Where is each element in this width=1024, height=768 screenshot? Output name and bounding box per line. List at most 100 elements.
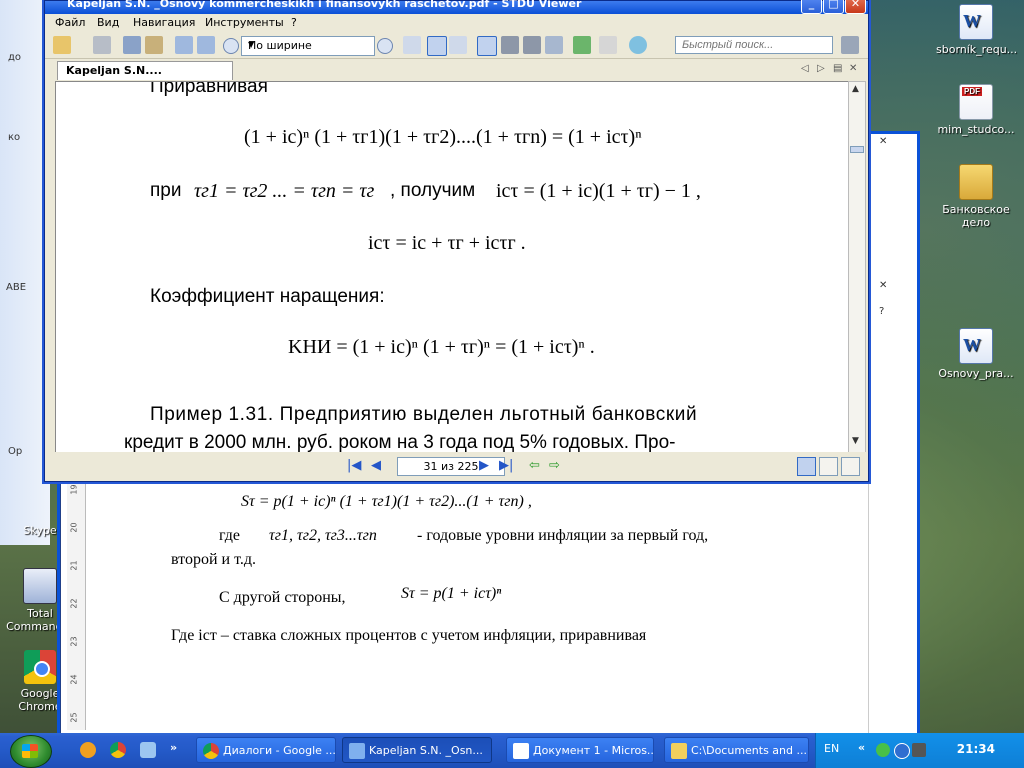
- menu-tools[interactable]: Инструменты: [205, 16, 284, 29]
- pdf-example-line-2: кредит в 2000 млн. руб. роком на 3 года …: [124, 432, 676, 453]
- quick-search-input[interactable]: [675, 36, 833, 54]
- snapshot-icon[interactable]: [523, 36, 541, 54]
- word-document-icon: [959, 328, 993, 364]
- paste-page-icon[interactable]: [197, 36, 215, 54]
- desktop-icon-sbornik[interactable]: sborník_requ...: [936, 4, 1018, 56]
- print-icon[interactable]: [93, 36, 111, 54]
- document-tab[interactable]: Kapeljan S.N.... raschetov.pdf: [57, 61, 233, 95]
- pdf-document-icon: [959, 84, 993, 120]
- menu-file[interactable]: Файл: [55, 16, 85, 29]
- next-page-icon[interactable]: ▶: [479, 458, 489, 473]
- word-document-icon: [513, 743, 529, 759]
- word-text-rate: Где iст – ставка сложных процентов с уче…: [171, 627, 647, 644]
- task-button-stdu[interactable]: Kapeljan S.N. _Osn...: [342, 737, 492, 763]
- close-icon[interactable]: ✕: [879, 136, 887, 147]
- tab-prev-icon[interactable]: ◁: [801, 63, 809, 74]
- pages-icon[interactable]: [599, 36, 617, 54]
- word-text-second: второй и т.д.: [171, 551, 256, 568]
- scroll-thumb[interactable]: [850, 146, 864, 153]
- quicklaunch-icon[interactable]: [80, 742, 96, 758]
- pdf-equation-4: KНИ = (1 + iс)ⁿ (1 + τг)ⁿ = (1 + iсτ)ⁿ .: [288, 336, 595, 358]
- first-page-icon[interactable]: |◀: [347, 458, 361, 473]
- open-folder-icon[interactable]: [53, 36, 71, 54]
- clock: 21:34: [956, 742, 995, 756]
- zoom-out-icon[interactable]: [223, 38, 239, 54]
- tray-expand-icon[interactable]: «: [858, 741, 865, 754]
- image-export-icon[interactable]: [123, 36, 141, 54]
- minimize-icon[interactable]: _: [801, 0, 822, 14]
- navigation-statusbar: |◀ ◀ 31 из 225 ▶ ▶| ⇦ ⇨: [45, 452, 868, 479]
- task-button-explorer[interactable]: C:\Documents and ...: [664, 737, 809, 763]
- right-background-window[interactable]: ✕ ✕ ?: [868, 134, 917, 734]
- chrome-icon: [203, 743, 219, 759]
- viewer-titlebar[interactable]: Kapeljan S.N. _Osnovy kommercheskikh i f…: [45, 0, 868, 14]
- word-text-where: где: [219, 527, 241, 544]
- copy-page-icon[interactable]: [175, 36, 193, 54]
- desktop-icon-label: mim_studco...: [937, 123, 1015, 136]
- left-fragment-2: ко: [8, 132, 21, 143]
- vertical-scrollbar[interactable]: ▲ ▼: [848, 81, 866, 454]
- toolbar: По ширине ▼: [45, 32, 868, 58]
- tab-list-icon[interactable]: ▤: [833, 63, 842, 74]
- tray-monitor-icon[interactable]: [912, 743, 926, 757]
- fit-page-icon[interactable]: [403, 36, 421, 54]
- back-icon[interactable]: ⇦: [529, 458, 540, 473]
- word-text-inflation: - годовые уровни инфляции за первый год,: [417, 527, 709, 544]
- menu-help[interactable]: ?: [291, 16, 297, 29]
- stdu-viewer-window[interactable]: Kapeljan S.N. _Osnovy kommercheskikh i f…: [44, 0, 869, 482]
- thumbnail-view-icon[interactable]: [841, 457, 860, 476]
- quicklaunch-more[interactable]: »: [170, 741, 177, 754]
- chrome-icon[interactable]: [110, 742, 126, 758]
- left-fragment-1: до: [8, 52, 22, 63]
- fit-width-icon[interactable]: [427, 36, 447, 56]
- language-indicator[interactable]: EN: [824, 742, 839, 755]
- tab-next-icon[interactable]: ▷: [817, 63, 825, 74]
- start-button[interactable]: [10, 735, 52, 768]
- desktop-icon-mim[interactable]: mim_studco...: [936, 84, 1016, 136]
- single-page-view-icon[interactable]: [797, 457, 816, 476]
- desktop-icon-osnovy[interactable]: Osnovy_pra...: [936, 328, 1016, 380]
- two-page-view-icon[interactable]: [819, 457, 838, 476]
- task-label: Диалоги - Google ...: [223, 744, 336, 757]
- pdf-page-view[interactable]: Приравнивая (1 + iс)ⁿ (1 + τг1)(1 + τг2)…: [55, 81, 850, 454]
- edit-icon[interactable]: [145, 36, 163, 54]
- task-label: Kapeljan S.N. _Osn...: [369, 744, 483, 757]
- hand-tool-icon[interactable]: [477, 36, 497, 56]
- binoculars-icon[interactable]: [841, 36, 859, 54]
- text-select-icon[interactable]: [501, 36, 519, 54]
- left-window-panel: [0, 0, 50, 545]
- task-button-chrome[interactable]: Диалоги - Google ...: [196, 737, 336, 763]
- quicklaunch-icon[interactable]: [140, 742, 156, 758]
- close-icon[interactable]: ✕: [879, 280, 887, 291]
- ruler-number: 20: [69, 522, 79, 533]
- pdf-text-pri: при: [150, 180, 182, 201]
- maximize-icon[interactable]: □: [823, 0, 844, 14]
- swap-icon[interactable]: [573, 36, 591, 54]
- fit-height-icon[interactable]: [449, 36, 467, 54]
- menu-navigation[interactable]: Навигация: [133, 16, 195, 29]
- desktop-icon-bank-folder[interactable]: Банковское дело: [936, 164, 1016, 229]
- chevron-down-icon: ▼: [248, 40, 255, 49]
- tray-network-icon[interactable]: [894, 743, 910, 759]
- magnifier-icon[interactable]: [545, 36, 563, 54]
- tray-check-icon[interactable]: [876, 743, 890, 757]
- task-label: Документ 1 - Micros...: [533, 744, 654, 757]
- scroll-down-icon[interactable]: ▼: [852, 436, 859, 446]
- tab-close-icon[interactable]: ✕: [849, 63, 857, 74]
- forward-icon[interactable]: ⇨: [549, 458, 560, 473]
- windows-logo-icon: [22, 744, 38, 758]
- web-icon[interactable]: [629, 36, 647, 54]
- last-page-icon[interactable]: ▶|: [499, 458, 513, 473]
- menu-view[interactable]: Вид: [97, 16, 119, 29]
- pdf-equation-3: iсτ = iс + τг + iсτг .: [368, 232, 526, 254]
- task-button-word[interactable]: Документ 1 - Micros...: [506, 737, 654, 763]
- prev-page-icon[interactable]: ◀: [371, 458, 381, 473]
- zoom-in-icon[interactable]: [377, 38, 393, 54]
- desktop-icon-label: sborník_requ...: [936, 43, 1018, 56]
- scroll-up-icon[interactable]: ▲: [852, 84, 859, 94]
- zoom-select[interactable]: По ширине ▼: [241, 36, 375, 56]
- chrome-icon: [24, 650, 56, 684]
- close-icon[interactable]: ✕: [845, 0, 866, 14]
- help-icon[interactable]: ?: [879, 306, 884, 317]
- left-background-window[interactable]: до ко Ор ABE: [0, 0, 50, 545]
